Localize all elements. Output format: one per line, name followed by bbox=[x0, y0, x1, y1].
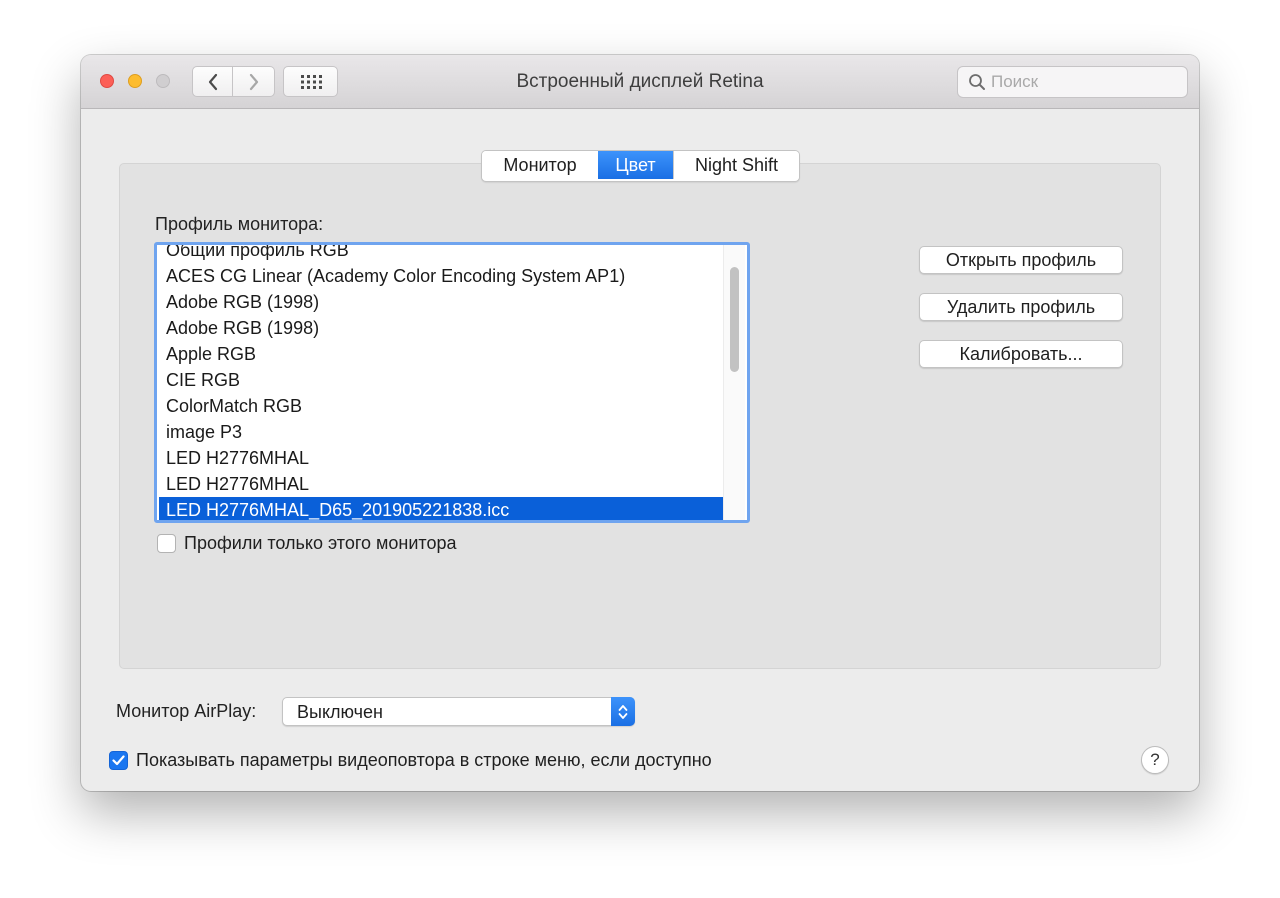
profile-list-scrollbar[interactable] bbox=[723, 245, 745, 520]
search-field[interactable] bbox=[957, 66, 1188, 98]
list-item[interactable]: CIE RGB bbox=[159, 367, 725, 393]
tab-color[interactable]: Цвет bbox=[598, 151, 673, 179]
calibrate-button[interactable]: Калибровать... bbox=[919, 340, 1123, 368]
updown-arrows-icon bbox=[611, 697, 635, 726]
list-item[interactable]: Apple RGB bbox=[159, 341, 725, 367]
search-input[interactable] bbox=[989, 72, 1171, 92]
list-item-selected[interactable]: LED H2776MHAL_D65_201905221838.icc bbox=[159, 497, 725, 520]
list-item[interactable]: Общий профиль RGB bbox=[159, 245, 725, 263]
scrollbar-thumb[interactable] bbox=[730, 267, 739, 372]
tab-monitor[interactable]: Монитор bbox=[482, 151, 598, 179]
search-icon bbox=[965, 70, 989, 94]
system-preferences-window: Встроенный дисплей Retina Монитор Цвет N… bbox=[81, 55, 1199, 791]
list-item[interactable]: Adobe RGB (1998) bbox=[159, 315, 725, 341]
tab-bar: Монитор Цвет Night Shift bbox=[481, 150, 800, 182]
list-item[interactable]: LED H2776MHAL bbox=[159, 471, 725, 497]
checkmark-icon bbox=[112, 755, 125, 766]
list-item[interactable]: LED H2776MHAL bbox=[159, 445, 725, 471]
mirroring-option[interactable]: Показывать параметры видеоповтора в стро… bbox=[109, 750, 712, 771]
only-this-monitor-option[interactable]: Профили только этого монитора bbox=[157, 533, 457, 554]
open-profile-button[interactable]: Открыть профиль bbox=[919, 246, 1123, 274]
only-this-monitor-checkbox[interactable] bbox=[157, 534, 176, 553]
list-item[interactable]: Adobe RGB (1998) bbox=[159, 289, 725, 315]
monitor-profile-label: Профиль монитора: bbox=[155, 214, 324, 234]
profile-list-items: Общий профиль RGB ACES CG Linear (Academ… bbox=[159, 245, 725, 520]
airplay-label: Монитор AirPlay: bbox=[116, 701, 257, 721]
list-item[interactable]: ColorMatch RGB bbox=[159, 393, 725, 419]
mirroring-checkbox[interactable] bbox=[109, 751, 128, 770]
airplay-value: Выключен bbox=[297, 702, 383, 722]
list-item[interactable]: ACES CG Linear (Academy Color Encoding S… bbox=[159, 263, 725, 289]
help-button[interactable]: ? bbox=[1141, 746, 1169, 774]
title-bar: Встроенный дисплей Retina bbox=[81, 55, 1199, 109]
profile-list[interactable]: Общий профиль RGB ACES CG Linear (Academ… bbox=[154, 242, 750, 523]
airplay-popup[interactable]: Выключен bbox=[282, 697, 635, 726]
list-item[interactable]: image P3 bbox=[159, 419, 725, 445]
tab-night-shift[interactable]: Night Shift bbox=[673, 151, 799, 179]
only-this-monitor-label: Профили только этого монитора bbox=[184, 533, 457, 553]
delete-profile-button[interactable]: Удалить профиль bbox=[919, 293, 1123, 321]
mirroring-label: Показывать параметры видеоповтора в стро… bbox=[136, 750, 712, 770]
